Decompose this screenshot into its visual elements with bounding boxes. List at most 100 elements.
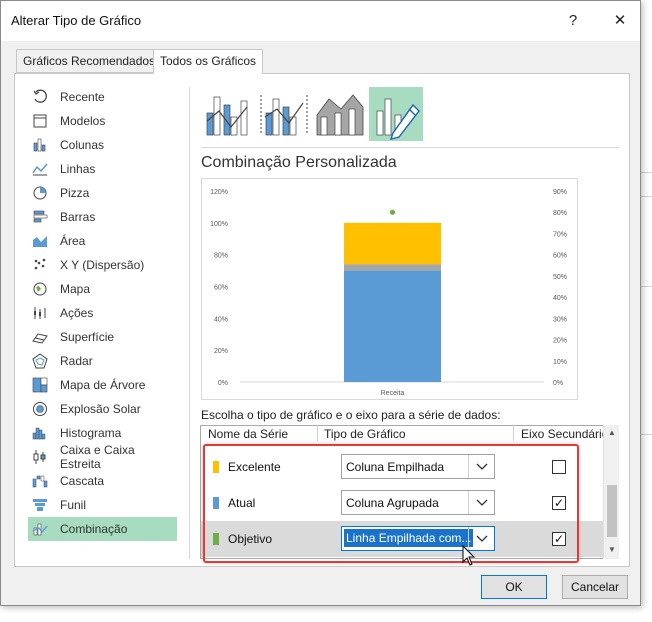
category-item-scatter[interactable]: X Y (Dispersão) xyxy=(28,253,177,277)
surface-chart-icon xyxy=(32,329,48,345)
combo-chart-icon xyxy=(32,521,48,537)
stacked-area-clustered-column-icon[interactable] xyxy=(313,87,367,141)
category-label: Mapa de Árvore xyxy=(60,378,146,392)
column-chart-icon xyxy=(32,137,48,153)
series-grid-scrollbar[interactable]: ▲ ▼ xyxy=(603,425,619,559)
help-button[interactable]: ? xyxy=(558,7,588,35)
category-label: Mapa xyxy=(60,282,91,296)
category-item-treemap[interactable]: Mapa de Árvore xyxy=(28,373,177,397)
y-tick-label: 120% xyxy=(210,189,228,196)
column-header-chart-type: Tipo de Gráfico xyxy=(324,427,406,441)
category-label: Linhas xyxy=(60,162,96,176)
highlight-annotation xyxy=(203,444,579,563)
category-label: X Y (Dispersão) xyxy=(60,258,145,272)
category-item-radar[interactable]: Radar xyxy=(28,349,177,373)
y2-tick-label: 70% xyxy=(553,231,567,238)
title-bar: Alterar Tipo de Gráfico ? ✕ xyxy=(1,1,640,41)
category-label: Combinação xyxy=(60,522,128,536)
category-label: Modelos xyxy=(60,114,106,128)
category-label: Explosão Solar xyxy=(60,402,141,416)
category-item-box-whisker[interactable]: Caixa e Caixa Estreita xyxy=(28,443,177,471)
category-item-combo[interactable]: Combinação xyxy=(28,517,177,541)
y-tick-label: 100% xyxy=(210,221,228,228)
recent-icon xyxy=(32,89,48,105)
category-item-stock[interactable]: Ações xyxy=(28,301,177,325)
column-divider xyxy=(513,425,514,441)
category-label: Área xyxy=(60,234,86,248)
close-button[interactable]: ✕ xyxy=(605,7,635,35)
category-item-bar[interactable]: Barras xyxy=(28,205,177,229)
y2-tick-label: 50% xyxy=(553,274,567,281)
category-label: Histograma xyxy=(60,426,122,440)
category-item-sunburst[interactable]: Explosão Solar xyxy=(28,397,177,421)
ok-button[interactable]: OK xyxy=(481,575,547,599)
category-item-waterfall[interactable]: Cascata xyxy=(28,469,177,493)
line-chart-icon xyxy=(32,161,48,177)
category-item-funnel[interactable]: Funil xyxy=(28,493,177,517)
column-header-secondary-axis: Eixo Secundário xyxy=(521,427,609,441)
funnel-chart-icon xyxy=(32,497,48,513)
divider xyxy=(189,87,190,559)
category-item-histogram[interactable]: Histograma xyxy=(28,421,177,445)
templates-icon xyxy=(32,113,48,129)
chart-preview-svg: 0% 20% 40% 60% 80% 100% 120% 0% 10% 20% 30% 40% 50% 6… xyxy=(210,189,567,397)
category-item-line[interactable]: Linhas xyxy=(28,157,177,181)
y2-tick-label: 80% xyxy=(553,210,567,217)
waterfall-chart-icon xyxy=(32,473,48,489)
tab-all-charts[interactable]: Todos os Gráficos xyxy=(153,49,264,74)
radar-chart-icon xyxy=(32,353,48,369)
category-label: Caixa e Caixa Estreita xyxy=(60,443,135,471)
scroll-thumb[interactable] xyxy=(607,485,617,537)
category-item-templates[interactable]: Modelos xyxy=(28,109,177,133)
category-label: Radar xyxy=(60,354,93,368)
category-item-area[interactable]: Área xyxy=(28,229,177,253)
pie-chart-icon xyxy=(32,185,48,201)
y2-tick-label: 30% xyxy=(553,316,567,323)
clustered-column-line-secondary-icon[interactable] xyxy=(257,87,311,141)
category-label: Pizza xyxy=(60,186,90,200)
box-whisker-chart-icon xyxy=(32,449,48,465)
treemap-chart-icon xyxy=(32,377,48,393)
category-item-map[interactable]: Mapa xyxy=(28,277,177,301)
y-tick-label: 20% xyxy=(214,348,228,355)
clustered-column-line-icon[interactable] xyxy=(201,87,255,141)
bar-segment-objetivo xyxy=(344,264,441,271)
map-chart-icon xyxy=(32,281,48,297)
y2-tick-label: 60% xyxy=(553,253,567,260)
y-tick-label: 60% xyxy=(214,285,228,292)
y2-tick-label: 90% xyxy=(553,189,567,196)
dialog-title: Alterar Tipo de Gráfico xyxy=(11,13,142,28)
category-label: Cascata xyxy=(60,474,105,488)
bar-segment-atual xyxy=(344,270,441,382)
y-tick-label: 80% xyxy=(214,253,228,260)
y-tick-label: 40% xyxy=(214,316,228,323)
category-item-column[interactable]: Colunas xyxy=(28,133,177,157)
y2-tick-label: 40% xyxy=(553,295,567,302)
category-label: Ações xyxy=(60,306,94,320)
category-label: Colunas xyxy=(60,138,105,152)
category-label: Recente xyxy=(60,90,105,104)
series-instruction: Escolha o tipo de gráfico e o eixo para … xyxy=(201,408,501,422)
histogram-chart-icon xyxy=(32,425,48,441)
line-marker-objetivo xyxy=(389,209,396,215)
subtype-heading: Combinação Personalizada xyxy=(201,154,397,171)
change-chart-type-dialog: Alterar Tipo de Gráfico ? ✕ Gráficos Rec… xyxy=(0,0,641,606)
column-divider xyxy=(317,425,318,441)
custom-combination-icon[interactable] xyxy=(369,87,423,141)
bar-chart-icon xyxy=(32,209,48,225)
mouse-cursor-icon xyxy=(462,545,476,566)
scatter-chart-icon xyxy=(32,257,48,273)
cancel-button[interactable]: Cancelar xyxy=(562,575,628,599)
tab-recommended-charts[interactable]: Gráficos Recomendados xyxy=(16,49,163,73)
divider xyxy=(201,147,619,148)
scroll-down-arrow-icon[interactable]: ▼ xyxy=(604,543,620,557)
chart-preview: 0% 20% 40% 60% 80% 100% 120% 0% 10% 20% 30% 40% 50% 6… xyxy=(201,178,578,400)
category-item-recent[interactable]: Recente xyxy=(28,85,177,109)
stock-chart-icon xyxy=(32,305,48,321)
category-item-surface[interactable]: Superfície xyxy=(28,325,177,349)
category-label: Barras xyxy=(60,210,96,224)
area-chart-icon xyxy=(32,233,48,249)
y2-tick-label: 20% xyxy=(553,338,567,345)
scroll-up-arrow-icon[interactable]: ▲ xyxy=(604,426,620,440)
category-item-pie[interactable]: Pizza xyxy=(28,181,177,205)
